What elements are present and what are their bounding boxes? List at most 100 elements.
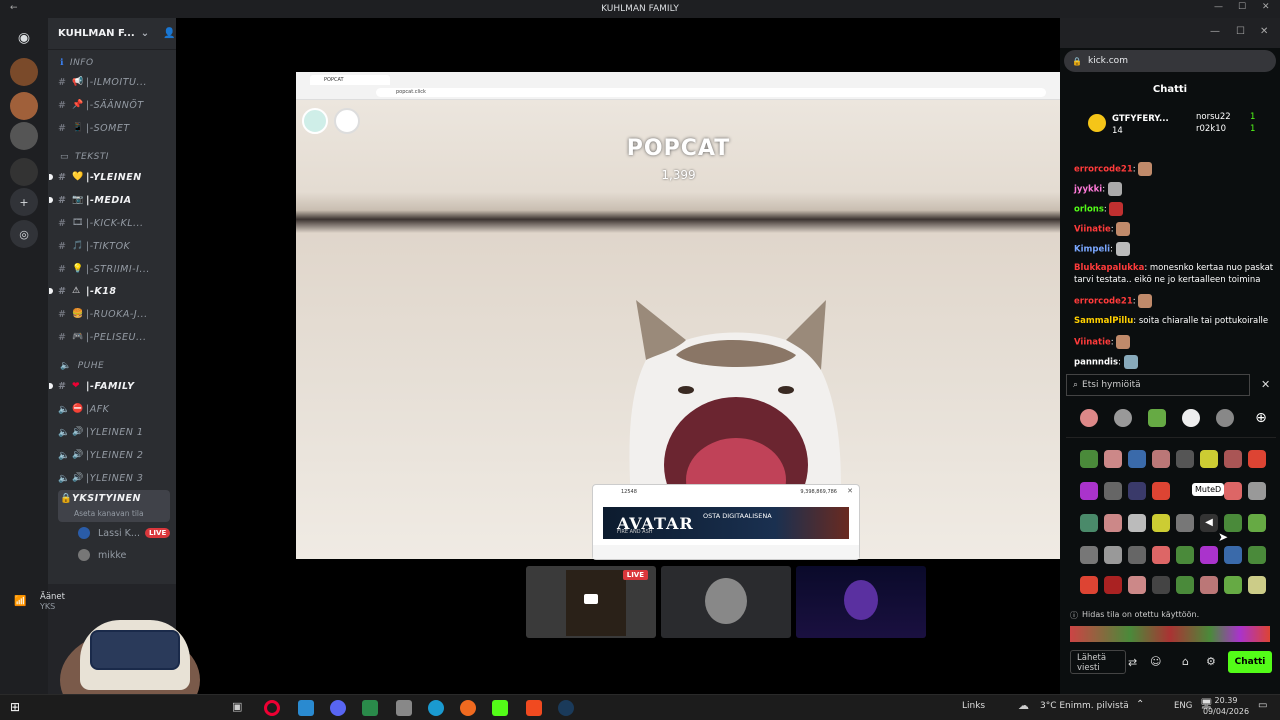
opera-icon[interactable] [264,700,280,716]
voice-user[interactable]: Lassi K... LIVE [78,524,190,542]
channel-kick-klipit[interactable]: # 🎞 |-KICK-KL... [58,214,170,232]
server-icon[interactable] [10,92,38,120]
emote[interactable] [1176,450,1194,468]
chat-username[interactable]: Kimpeli [1074,245,1110,255]
emote[interactable] [1248,546,1266,564]
mute-emote-icon[interactable]: ◀ [1200,514,1218,532]
emote[interactable] [1128,546,1146,564]
chat-username[interactable]: Blukkapalukka [1074,263,1144,273]
emote[interactable] [1200,576,1218,594]
discord-home-icon[interactable]: ◉ [10,24,38,52]
minimize-button[interactable]: — [1210,26,1220,37]
channel-yleinen[interactable]: # 💛 |-YLEINEN [49,168,170,186]
emote-set-icon[interactable] [1182,409,1200,427]
voice-afk[interactable]: 🔈 ⛔ |AFK [58,400,170,418]
emote[interactable] [1152,450,1170,468]
voice-yleinen-3[interactable]: 🔈 🔊 |YLEINEN 3 [58,469,170,487]
channel-k18[interactable]: # ⚠ |-K18 [49,282,170,300]
emote[interactable] [1248,450,1266,468]
clock-date[interactable]: 09/04/2026 [1200,707,1252,716]
emote[interactable] [1128,482,1146,500]
server-header[interactable]: KUHLMAN F... ⌄ 👤 [48,18,176,50]
emote[interactable] [1128,576,1146,594]
emote[interactable] [1080,450,1098,468]
category-info[interactable]: ℹ INFO [60,58,94,68]
server-icon[interactable] [10,58,38,86]
address-bar[interactable]: 🔒 kick.com [1064,50,1276,72]
chevron-up-icon[interactable]: ⌃ [1136,699,1144,710]
weather-text[interactable]: 3°C Enimm. pilvistä [1040,701,1129,711]
add-server-icon[interactable]: + [10,188,38,216]
stream-thumbnail[interactable]: LIVE [526,566,656,638]
channel-media[interactable]: # 📷 |-MEDIA [49,191,170,209]
emote[interactable] [1128,450,1146,468]
clock-time[interactable]: 20.39 [1208,696,1244,705]
emote[interactable] [1152,514,1170,532]
emote[interactable] [1200,450,1218,468]
chat-username[interactable]: errorcode21 [1074,165,1133,175]
shuffle-icon[interactable]: ⇄ [1128,656,1137,669]
discord-icon[interactable] [330,700,346,716]
channel-family[interactable]: # ❤ |-FAMILY [49,377,170,395]
chat-username[interactable]: SammalPillu [1074,316,1133,326]
send-chat-button[interactable]: Chatti [1228,651,1272,673]
emote[interactable] [1176,514,1194,532]
channel-ruoka[interactable]: # 🍔 |-RUOKA-J... [58,305,170,323]
settings-icon[interactable]: ⚙ [1206,655,1216,668]
close-button[interactable]: ✕ [1262,2,1270,12]
channel-tiktok[interactable]: # 🎵 |-TIKTOK [58,237,170,255]
firefox-icon[interactable] [460,700,476,716]
server-icon[interactable] [10,158,38,186]
category-puhe[interactable]: 🔈 PUHE [60,361,104,371]
emote[interactable] [1224,482,1242,500]
voice-user[interactable]: mikke [78,546,190,564]
emote[interactable] [1176,576,1194,594]
participant-tile[interactable] [796,566,926,638]
chat-username[interactable]: orlons [1074,205,1104,215]
emote[interactable] [1248,482,1266,500]
emote[interactable] [1248,514,1266,532]
voice-yksityinen[interactable]: 🔒 YKSITYINEN Aseta kanavan tila [58,490,170,522]
channel-somet[interactable]: # 📱 |-SOMET [58,119,170,137]
emote[interactable] [1104,576,1122,594]
emote[interactable] [1080,514,1098,532]
language-indicator[interactable]: ENG [1174,701,1192,711]
voice-yleinen-2[interactable]: 🔈 🔊 |YLEINEN 2 [58,446,170,464]
app-icon[interactable] [362,700,378,716]
task-view-icon[interactable]: ▣ [232,700,248,716]
chat-username[interactable]: Viinatie [1074,225,1111,235]
links-toolbar[interactable]: Links [962,701,985,711]
chat-input[interactable]: Lähetä viesti [1070,650,1126,674]
emote[interactable] [1248,576,1266,594]
steam-icon[interactable] [558,700,574,716]
add-member-icon[interactable]: 👤 [163,28,175,39]
emoji-icon[interactable]: ☺ [1150,655,1161,668]
browser-tab[interactable]: POPCAT [310,75,390,85]
voice-yleinen-1[interactable]: 🔈 🔊 |YLEINEN 1 [58,423,170,441]
channel-peliseura[interactable]: # 🎮 |-PELISEU... [58,328,170,346]
brave-icon[interactable] [526,700,542,716]
emote[interactable] [1224,576,1242,594]
channel-striimi[interactable]: # 💡 |-STRIIMI-I... [58,260,170,278]
chat-username[interactable]: pannndis [1074,358,1118,368]
stream-overlay-popup[interactable]: 12548 9,398,869,786 ✕ AVATAR FIRE AND AS… [592,484,860,560]
maximize-button[interactable]: ☐ [1238,2,1246,12]
emote[interactable] [1104,450,1122,468]
toggle-icon[interactable] [302,108,328,134]
emote[interactable] [1152,482,1170,500]
kick-icon[interactable] [492,700,508,716]
chat-username[interactable]: jyykki [1074,185,1102,195]
close-button[interactable]: ✕ [1260,26,1268,37]
close-icon[interactable]: ✕ [847,487,853,495]
emote[interactable] [1200,546,1218,564]
emote[interactable] [1224,450,1242,468]
emote[interactable] [1104,546,1122,564]
chat-username[interactable]: Viinatie [1074,338,1111,348]
emote[interactable] [1152,546,1170,564]
edge-icon[interactable] [428,700,444,716]
app-icon[interactable] [298,700,314,716]
channel-ilmoitukset[interactable]: # 📢 |-ILMOITU... [58,73,170,91]
emote-set-icon[interactable] [1148,409,1166,427]
ad-banner[interactable]: AVATAR FIRE AND ASH OSTA DIGITAALISENA [603,507,849,539]
channel-status[interactable]: Aseta kanavan tila [58,509,170,518]
